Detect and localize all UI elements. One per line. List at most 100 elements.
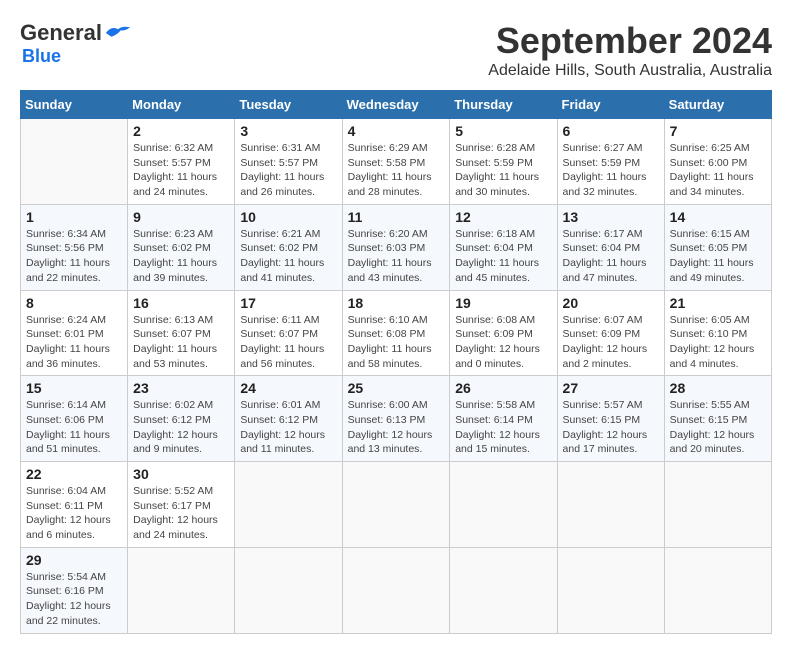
day-number: 24 [240,380,336,396]
daylight-text: Daylight: 11 hours and 34 minutes. [670,171,754,198]
sunset-text: Sunset: 5:57 PM [240,157,318,169]
calendar-cell: 11 Sunrise: 6:20 AM Sunset: 6:03 PM Dayl… [342,204,450,290]
calendar-cell: 25 Sunrise: 6:00 AM Sunset: 6:13 PM Dayl… [342,376,450,462]
day-number: 11 [348,209,445,225]
day-number: 8 [26,295,122,311]
day-info: Sunrise: 5:55 AM Sunset: 6:15 PM Dayligh… [670,398,766,457]
day-number: 14 [670,209,766,225]
sunset-text: Sunset: 6:14 PM [455,414,533,426]
calendar-cell: 18 Sunrise: 6:10 AM Sunset: 6:08 PM Dayl… [342,290,450,376]
day-info: Sunrise: 5:58 AM Sunset: 6:14 PM Dayligh… [455,398,551,457]
day-number: 7 [670,123,766,139]
day-info: Sunrise: 6:23 AM Sunset: 6:02 PM Dayligh… [133,227,229,286]
daylight-text: Daylight: 11 hours and 22 minutes. [26,257,110,284]
calendar-cell: 21 Sunrise: 6:05 AM Sunset: 6:10 PM Dayl… [664,290,771,376]
logo-general-text: General [20,20,102,46]
calendar-cell: 1 Sunrise: 6:34 AM Sunset: 5:56 PM Dayli… [21,204,128,290]
daylight-text: Daylight: 12 hours and 20 minutes. [670,429,755,456]
sunset-text: Sunset: 5:59 PM [455,157,533,169]
header-wednesday: Wednesday [342,91,450,119]
header-thursday: Thursday [450,91,557,119]
sunset-text: Sunset: 6:12 PM [133,414,211,426]
location-subtitle: Adelaide Hills, South Australia, Austral… [488,62,772,80]
calendar-week-row: 15 Sunrise: 6:14 AM Sunset: 6:06 PM Dayl… [21,376,772,462]
daylight-text: Daylight: 11 hours and 43 minutes. [348,257,432,284]
header-saturday: Saturday [664,91,771,119]
daylight-text: Daylight: 11 hours and 51 minutes. [26,429,110,456]
header-sunday: Sunday [21,91,128,119]
day-info: Sunrise: 6:27 AM Sunset: 5:59 PM Dayligh… [563,141,659,200]
title-block: September 2024 Adelaide Hills, South Aus… [488,20,772,80]
sunrise-text: Sunrise: 6:20 AM [348,228,428,240]
sunrise-text: Sunrise: 6:24 AM [26,314,106,326]
sunrise-text: Sunrise: 5:57 AM [563,399,643,411]
day-info: Sunrise: 5:52 AM Sunset: 6:17 PM Dayligh… [133,484,229,543]
sunrise-text: Sunrise: 5:58 AM [455,399,535,411]
sunrise-text: Sunrise: 6:23 AM [133,228,213,240]
daylight-text: Daylight: 12 hours and 0 minutes. [455,343,540,370]
sunrise-text: Sunrise: 6:02 AM [133,399,213,411]
calendar-cell [128,547,235,633]
calendar-cell: 12 Sunrise: 6:18 AM Sunset: 6:04 PM Dayl… [450,204,557,290]
day-number: 16 [133,295,229,311]
calendar-week-row: 8 Sunrise: 6:24 AM Sunset: 6:01 PM Dayli… [21,290,772,376]
day-info: Sunrise: 6:20 AM Sunset: 6:03 PM Dayligh… [348,227,445,286]
day-number: 23 [133,380,229,396]
day-info: Sunrise: 6:05 AM Sunset: 6:10 PM Dayligh… [670,313,766,372]
sunset-text: Sunset: 6:17 PM [133,500,211,512]
daylight-text: Daylight: 11 hours and 53 minutes. [133,343,217,370]
calendar-cell [21,119,128,205]
day-info: Sunrise: 6:18 AM Sunset: 6:04 PM Dayligh… [455,227,551,286]
sunset-text: Sunset: 6:07 PM [133,328,211,340]
sunset-text: Sunset: 6:02 PM [240,242,318,254]
calendar-cell: 10 Sunrise: 6:21 AM Sunset: 6:02 PM Dayl… [235,204,342,290]
day-info: Sunrise: 6:31 AM Sunset: 5:57 PM Dayligh… [240,141,336,200]
sunrise-text: Sunrise: 6:31 AM [240,142,320,154]
day-number: 18 [348,295,445,311]
sunrise-text: Sunrise: 6:29 AM [348,142,428,154]
day-number: 13 [563,209,659,225]
day-info: Sunrise: 6:29 AM Sunset: 5:58 PM Dayligh… [348,141,445,200]
day-info: Sunrise: 6:10 AM Sunset: 6:08 PM Dayligh… [348,313,445,372]
daylight-text: Daylight: 12 hours and 6 minutes. [26,514,111,541]
calendar-cell: 29 Sunrise: 5:54 AM Sunset: 6:16 PM Dayl… [21,547,128,633]
day-number: 3 [240,123,336,139]
daylight-text: Daylight: 12 hours and 15 minutes. [455,429,540,456]
header-tuesday: Tuesday [235,91,342,119]
day-number: 29 [26,552,122,568]
daylight-text: Daylight: 11 hours and 45 minutes. [455,257,539,284]
calendar-cell [235,462,342,548]
daylight-text: Daylight: 11 hours and 39 minutes. [133,257,217,284]
calendar-cell [664,547,771,633]
sunrise-text: Sunrise: 6:17 AM [563,228,643,240]
calendar-cell: 15 Sunrise: 6:14 AM Sunset: 6:06 PM Dayl… [21,376,128,462]
daylight-text: Daylight: 12 hours and 2 minutes. [563,343,648,370]
sunset-text: Sunset: 6:07 PM [240,328,318,340]
day-number: 28 [670,380,766,396]
calendar-cell: 28 Sunrise: 5:55 AM Sunset: 6:15 PM Dayl… [664,376,771,462]
sunset-text: Sunset: 6:12 PM [240,414,318,426]
sunset-text: Sunset: 6:02 PM [133,242,211,254]
day-number: 6 [563,123,659,139]
day-number: 2 [133,123,229,139]
day-number: 19 [455,295,551,311]
day-info: Sunrise: 6:34 AM Sunset: 5:56 PM Dayligh… [26,227,122,286]
calendar-cell: 19 Sunrise: 6:08 AM Sunset: 6:09 PM Dayl… [450,290,557,376]
sunrise-text: Sunrise: 6:21 AM [240,228,320,240]
sunset-text: Sunset: 6:04 PM [563,242,641,254]
calendar-table: SundayMondayTuesdayWednesdayThursdayFrid… [20,90,772,634]
day-info: Sunrise: 6:25 AM Sunset: 6:00 PM Dayligh… [670,141,766,200]
header-friday: Friday [557,91,664,119]
daylight-text: Daylight: 12 hours and 24 minutes. [133,514,218,541]
day-info: Sunrise: 6:08 AM Sunset: 6:09 PM Dayligh… [455,313,551,372]
sunset-text: Sunset: 6:10 PM [670,328,748,340]
sunrise-text: Sunrise: 6:28 AM [455,142,535,154]
calendar-week-row: 22 Sunrise: 6:04 AM Sunset: 6:11 PM Dayl… [21,462,772,548]
daylight-text: Daylight: 11 hours and 32 minutes. [563,171,647,198]
calendar-cell: 23 Sunrise: 6:02 AM Sunset: 6:12 PM Dayl… [128,376,235,462]
calendar-cell: 22 Sunrise: 6:04 AM Sunset: 6:11 PM Dayl… [21,462,128,548]
day-number: 27 [563,380,659,396]
sunset-text: Sunset: 6:01 PM [26,328,104,340]
sunrise-text: Sunrise: 6:04 AM [26,485,106,497]
sunrise-text: Sunrise: 5:54 AM [26,571,106,583]
